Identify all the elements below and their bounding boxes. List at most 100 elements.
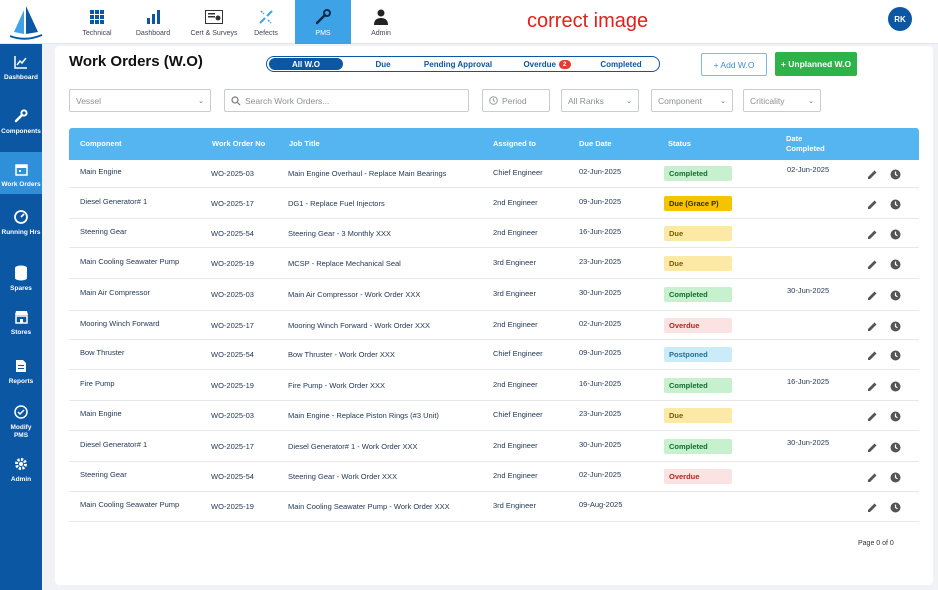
col-work-order-no[interactable]: Work Order No xyxy=(212,128,265,160)
add-wo-button[interactable]: + Add W.O xyxy=(701,53,767,76)
edit-icon[interactable] xyxy=(866,501,878,513)
sidebar-item-label: Modify PMS xyxy=(10,424,32,439)
cell-job-title: Main Engine - Replace Piston Rings (#3 U… xyxy=(288,411,439,420)
nav-admin-label: Admin xyxy=(371,30,391,37)
nav-dashboard-label: Dashboard xyxy=(135,30,171,37)
history-clock-icon[interactable] xyxy=(889,410,901,422)
nav-cert-surveys[interactable]: Cert & Surveys xyxy=(186,0,242,44)
col-due-date[interactable]: Due Date xyxy=(579,128,612,160)
table-row[interactable]: Main Cooling Seawater Pump WO-2025-19 MCSP… xyxy=(69,248,919,279)
table-row[interactable]: Diesel Generator# 1 WO-2025-17 Diesel Gene… xyxy=(69,431,919,462)
edit-icon[interactable] xyxy=(866,258,878,270)
table-row[interactable]: Bow Thruster WO-2025-54 Bow Thruster - Wor… xyxy=(69,340,919,370)
table-row[interactable]: Steering Gear WO-2025-54 Steering Gear - W… xyxy=(69,462,919,492)
edit-icon[interactable] xyxy=(866,441,878,453)
nav-admin[interactable]: Admin xyxy=(353,0,409,44)
table-row[interactable]: Diesel Generator# 1 WO-2025-17 DG1 - Repla… xyxy=(69,188,919,219)
criticality-select[interactable]: Criticality ⌄ xyxy=(743,89,821,112)
cell-assigned-to: Chief Engineer xyxy=(493,349,543,358)
history-clock-icon[interactable] xyxy=(889,349,901,361)
vessel-select[interactable]: Vessel ⌄ xyxy=(69,89,211,112)
history-clock-icon[interactable] xyxy=(889,258,901,270)
tab-overdue[interactable]: Overdue 2 xyxy=(515,58,579,70)
table-row[interactable]: Steering Gear WO-2025-54 Steering Gear - 3… xyxy=(69,219,919,248)
table-header: Component Work Order No Job Title Assign… xyxy=(69,128,919,160)
table-row[interactable]: Fire Pump WO-2025-19 Fire Pump - Work Orde… xyxy=(69,370,919,401)
cell-component: Main Cooling Seawater Pump xyxy=(80,257,180,266)
status-badge: Completed xyxy=(664,439,732,454)
col-job-title[interactable]: Job Title xyxy=(289,128,320,160)
col-component[interactable]: Component xyxy=(80,128,122,160)
edit-icon[interactable] xyxy=(866,289,878,301)
company-logo[interactable] xyxy=(4,2,46,42)
search-input[interactable]: Search Work Orders... xyxy=(224,89,469,112)
sidebar-item-work-orders[interactable]: Work Orders xyxy=(0,152,42,194)
tab-due[interactable]: Due xyxy=(363,58,403,70)
wrench-icon xyxy=(13,108,29,124)
edit-icon[interactable] xyxy=(866,471,878,483)
table-row[interactable]: Main Engine WO-2025-03 Main Engine - Repla… xyxy=(69,401,919,431)
edit-icon[interactable] xyxy=(866,410,878,422)
history-clock-icon[interactable] xyxy=(889,501,901,513)
ranks-select[interactable]: All Ranks ⌄ xyxy=(561,89,639,112)
cell-assigned-to: 2nd Engineer xyxy=(493,380,538,389)
history-clock-icon[interactable] xyxy=(889,380,901,392)
cell-component: Steering Gear xyxy=(80,227,127,236)
edit-icon[interactable] xyxy=(866,380,878,392)
history-clock-icon[interactable] xyxy=(889,471,901,483)
edit-icon[interactable] xyxy=(866,228,878,240)
nav-dashboard[interactable]: Dashboard xyxy=(125,0,181,44)
history-clock-icon[interactable] xyxy=(889,441,901,453)
col-date-completed[interactable]: Date Completed xyxy=(786,128,836,160)
criticality-select-value: Criticality xyxy=(750,95,785,106)
cell-due-date: 30-Jun-2025 xyxy=(579,288,622,297)
search-placeholder: Search Work Orders... xyxy=(245,95,330,106)
avatar[interactable]: RK xyxy=(888,7,912,31)
history-clock-icon[interactable] xyxy=(889,289,901,301)
nav-technical[interactable]: Technical xyxy=(69,0,125,44)
sidebar-item-running-hrs[interactable]: Running Hrs xyxy=(0,209,42,249)
tab-pending-approval[interactable]: Pending Approval xyxy=(417,58,499,70)
add-unplanned-wo-button[interactable]: + Unplanned W.O xyxy=(775,52,857,76)
wrench-icon xyxy=(313,7,333,27)
tab-all-wo[interactable]: All W.O xyxy=(269,58,343,70)
cell-due-date: 30-Jun-2025 xyxy=(579,440,622,449)
history-clock-icon[interactable] xyxy=(889,198,901,210)
history-clock-icon[interactable] xyxy=(889,320,901,332)
sidebar-item-dashboard[interactable]: Dashboard xyxy=(0,54,42,94)
history-clock-icon[interactable] xyxy=(889,168,901,180)
cell-work-order-no: WO-2025-54 xyxy=(211,472,254,481)
status-tabs: All W.O Due Pending Approval Overdue 2 C… xyxy=(266,56,660,72)
sidebar-item-components[interactable]: Components xyxy=(0,108,42,148)
edit-icon[interactable] xyxy=(866,320,878,332)
col-status[interactable]: Status xyxy=(668,128,691,160)
cell-job-title: DG1 - Replace Fuel Injectors xyxy=(288,199,385,208)
history-clock-icon[interactable] xyxy=(889,228,901,240)
period-picker[interactable]: Period xyxy=(482,89,550,112)
edit-icon[interactable] xyxy=(866,349,878,361)
sidebar-item-stores[interactable]: Stores xyxy=(0,309,42,349)
edit-icon[interactable] xyxy=(866,168,878,180)
gauge-icon xyxy=(13,209,29,225)
sidebar-item-admin[interactable]: Admin xyxy=(0,456,42,496)
table-row[interactable]: Main Cooling Seawater Pump WO-2025-19 Main… xyxy=(69,492,919,522)
sidebar-item-modify-pms[interactable]: Modify PMS xyxy=(0,404,42,448)
table-row[interactable]: Mooring Winch Forward WO-2025-17 Mooring W… xyxy=(69,311,919,340)
nav-defects[interactable]: Defects xyxy=(238,0,294,44)
table-row[interactable]: Main Air Compressor WO-2025-03 Main Air Co… xyxy=(69,279,919,311)
edit-icon[interactable] xyxy=(866,198,878,210)
tab-completed[interactable]: Completed xyxy=(593,58,649,70)
cell-work-order-no: WO-2025-17 xyxy=(211,442,254,451)
sidebar-item-reports[interactable]: Reports xyxy=(0,358,42,398)
tab-overdue-label: Overdue xyxy=(523,59,556,69)
col-assigned-to[interactable]: Assigned to xyxy=(493,128,536,160)
nav-pms[interactable]: PMS xyxy=(295,0,351,44)
cell-date-completed: 02-Jun-2025 xyxy=(787,165,830,174)
sidebar-item-spares[interactable]: Spares xyxy=(0,265,42,305)
cell-assigned-to: 3rd Engineer xyxy=(493,258,536,267)
clock-icon xyxy=(489,96,498,105)
table-row[interactable]: Main Engine WO-2025-03 Main Engine Overhau… xyxy=(69,160,919,188)
cell-assigned-to: 2nd Engineer xyxy=(493,471,538,480)
component-select[interactable]: Component ⌄ xyxy=(651,89,733,112)
cell-work-order-no: WO-2025-54 xyxy=(211,350,254,359)
